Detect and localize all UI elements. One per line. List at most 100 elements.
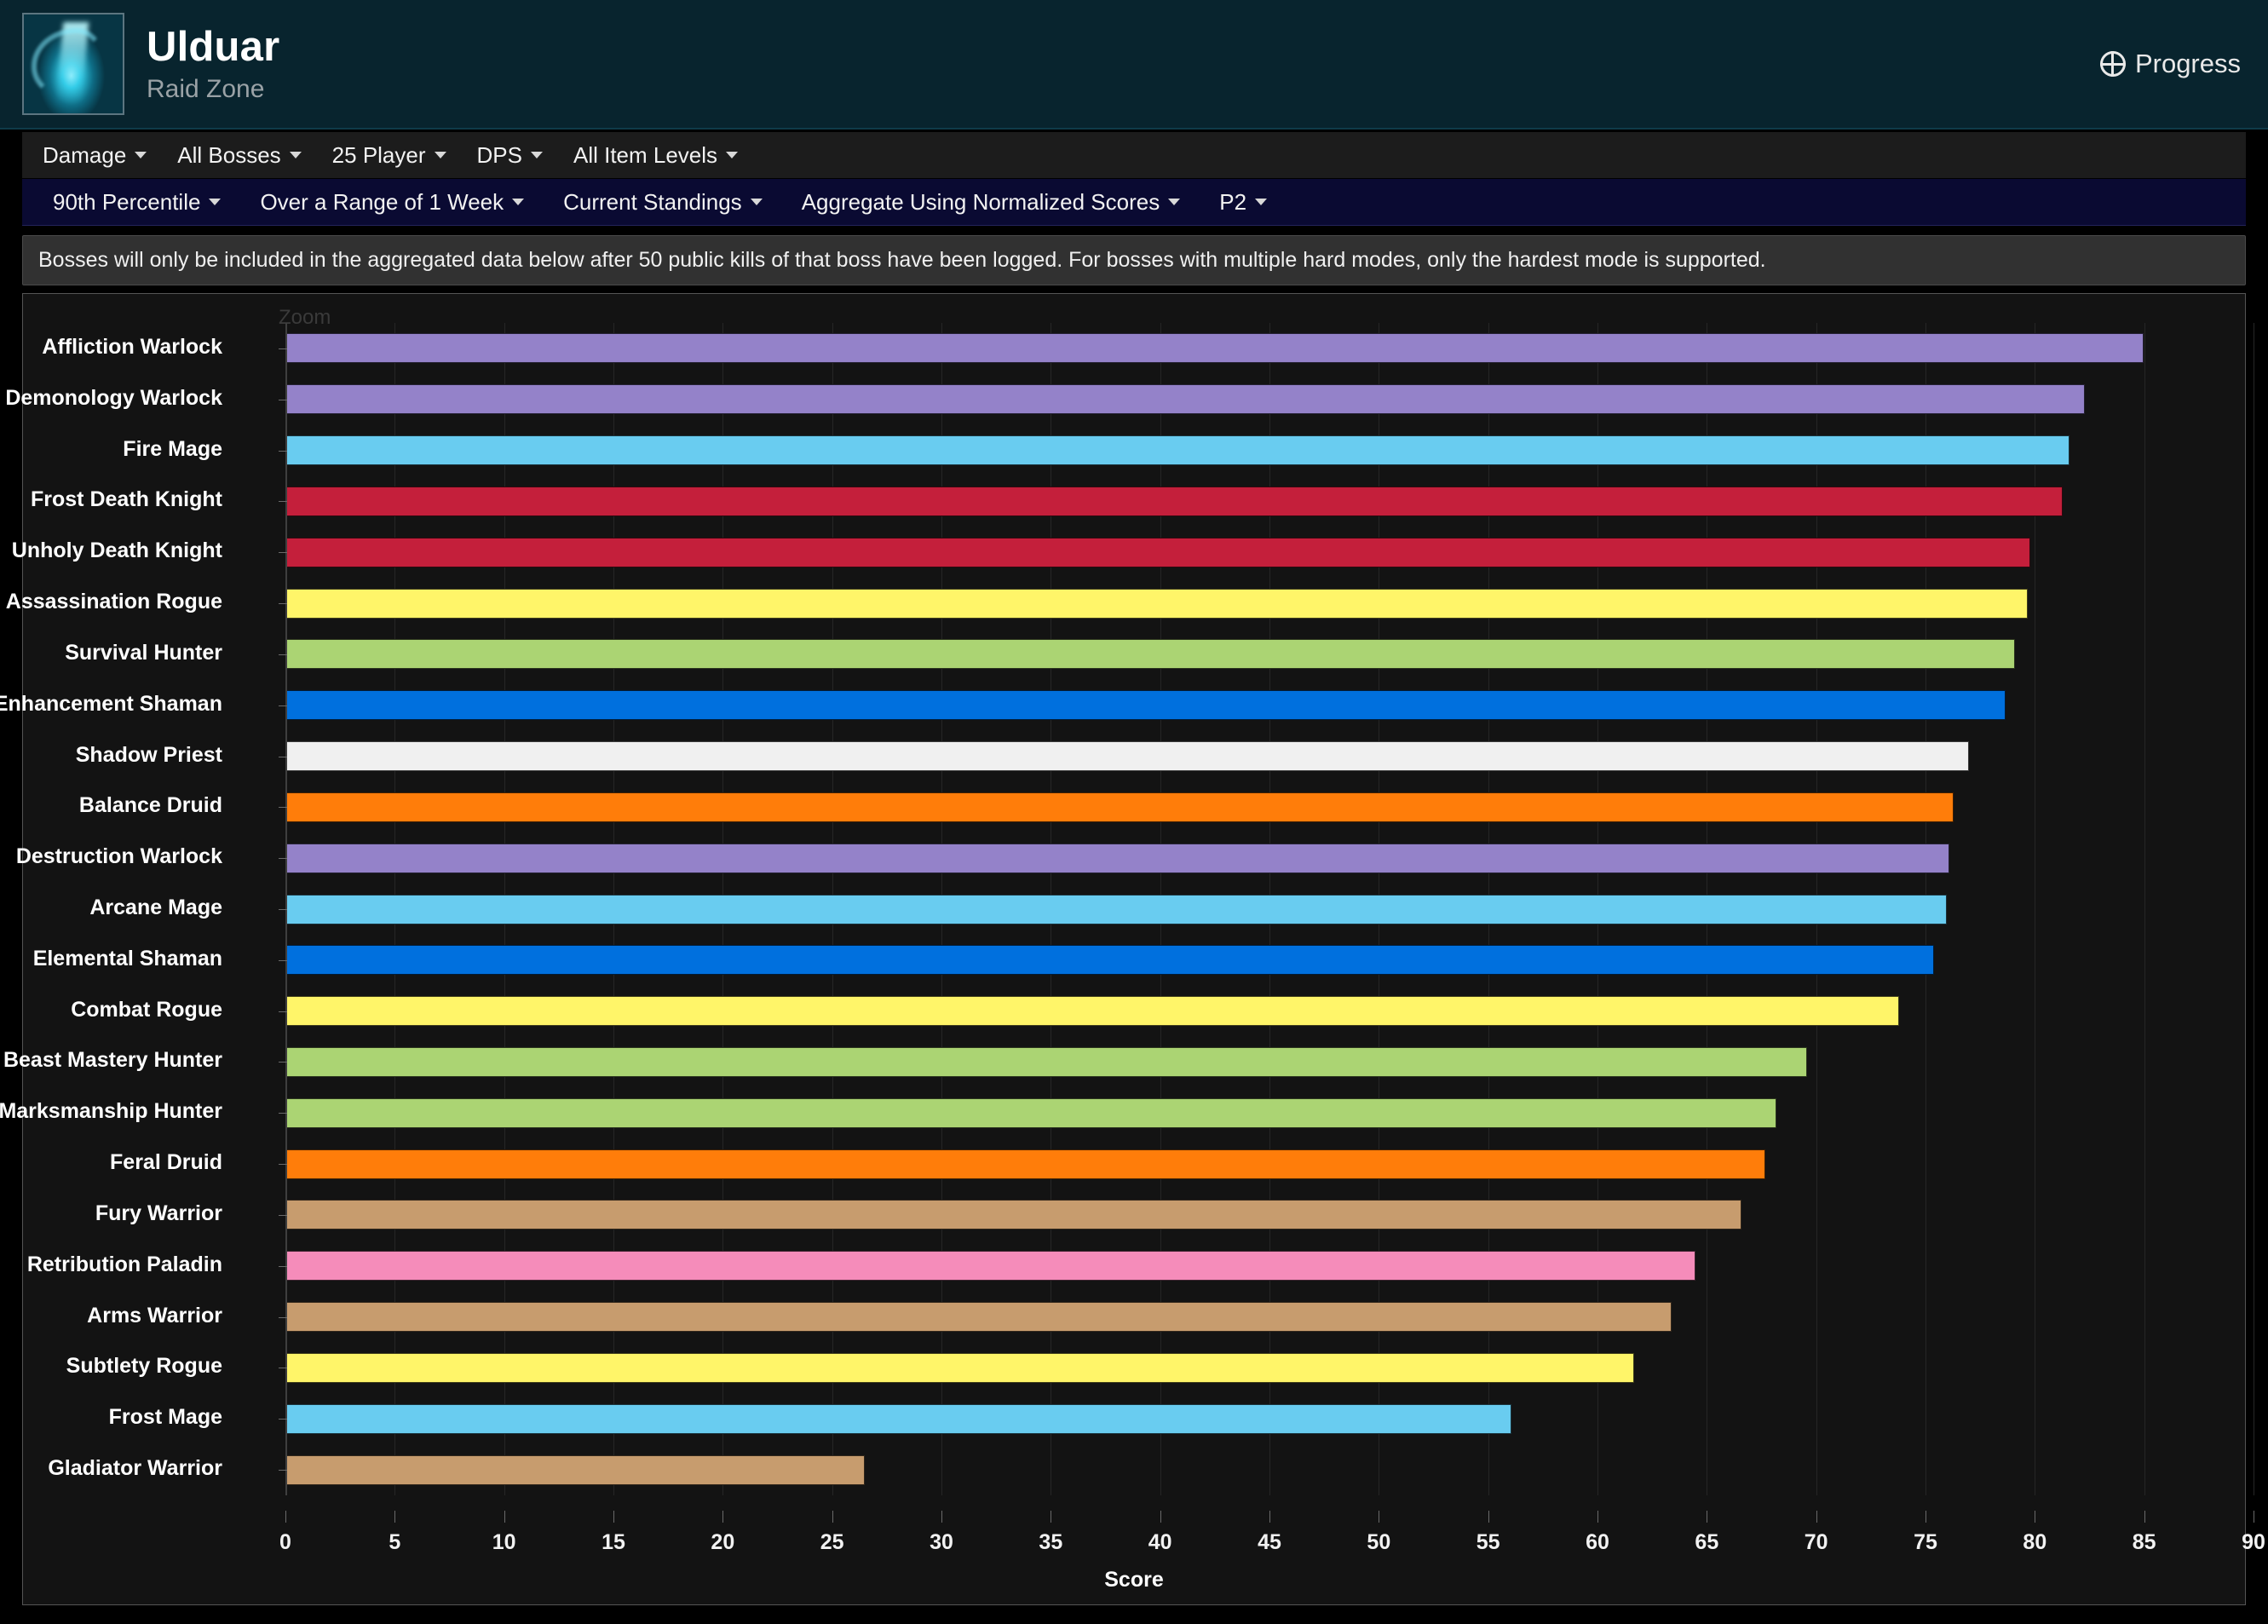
y-axis-tick	[279, 909, 287, 910]
secondary-filterbar-wrap: 90th Percentile Over a Range of 1 Week C…	[0, 179, 2268, 226]
y-axis-category-label: Shadow Priest	[75, 743, 222, 767]
filter-aggregation-label: Aggregate Using Normalized Scores	[801, 188, 1160, 215]
chart-plot-area: Score 0 5 10 15 20 25 30 35 40 45 50 55 60 65 70 75 80 85…	[0, 294, 2265, 1604]
x-axis-tick	[2144, 1511, 2145, 1523]
filter-raid-size[interactable]: 25 Player	[332, 142, 446, 169]
secondary-filterbar: 90th Percentile Over a Range of 1 Week C…	[22, 179, 2246, 226]
filter-partition[interactable]: P2	[1219, 188, 1268, 216]
x-axis-tick-label: 50	[1367, 1530, 1391, 1554]
x-axis-tick	[1597, 1511, 1598, 1523]
filter-standings[interactable]: Current Standings	[563, 189, 763, 216]
y-axis-category-label: Arcane Mage	[89, 896, 222, 919]
y-axis-category-label: Combat Rogue	[71, 998, 222, 1022]
chart-bar[interactable]	[287, 844, 1949, 873]
y-axis-tick	[279, 1419, 287, 1420]
chevron-down-icon	[135, 152, 147, 158]
chart-bar[interactable]	[287, 333, 2144, 363]
chevron-down-icon	[289, 152, 302, 158]
x-axis-title: Score	[1104, 1568, 1164, 1592]
filter-partition-label: P2	[1219, 188, 1247, 215]
x-axis-tick-label: 55	[1476, 1530, 1500, 1554]
chart-bar[interactable]	[287, 1404, 1511, 1434]
chart-bar[interactable]	[287, 996, 1899, 1026]
chart-bar[interactable]	[287, 792, 1954, 822]
y-axis-category-label: Beast Mastery Hunter	[3, 1048, 222, 1072]
chevron-down-icon	[512, 199, 525, 205]
filter-damage-label: Damage	[43, 141, 127, 168]
y-axis-category-label: Enhancement Shaman	[0, 692, 222, 716]
chart-bar[interactable]	[287, 945, 1934, 975]
globe-icon	[2099, 51, 2126, 77]
x-axis-tick	[1488, 1511, 1489, 1523]
chart-bar[interactable]	[287, 1302, 1672, 1332]
chart-bar[interactable]	[287, 487, 2063, 516]
filter-aggregation[interactable]: Aggregate Using Normalized Scores	[802, 189, 1181, 216]
chart-bar[interactable]	[287, 538, 2030, 567]
filter-item-level-label: All Item Levels	[573, 141, 718, 168]
chart-bar[interactable]	[287, 895, 1947, 924]
chart-bar[interactable]	[287, 1353, 1634, 1383]
y-axis-category-label: Marksmanship Hunter	[0, 1099, 222, 1123]
chart-bar[interactable]	[287, 1098, 1776, 1128]
y-axis-tick	[279, 1113, 287, 1114]
progress-link[interactable]: Progress	[2099, 49, 2241, 79]
x-axis-tick	[722, 1511, 724, 1523]
chart-bar[interactable]	[287, 1455, 865, 1485]
chart-bar[interactable]	[287, 589, 2028, 619]
x-axis-tick	[1160, 1511, 1161, 1523]
chart-bar[interactable]	[287, 1251, 1695, 1281]
chart-bar[interactable]	[287, 384, 2085, 414]
y-axis-tick	[279, 1011, 287, 1012]
filter-metric-label: DPS	[476, 141, 522, 168]
chart-bar[interactable]	[287, 1149, 1765, 1179]
y-axis-tick	[279, 1062, 287, 1063]
x-axis-tick-label: 15	[602, 1530, 625, 1554]
y-axis-category-label: Subtlety Rogue	[66, 1354, 222, 1378]
y-axis-tick	[279, 552, 287, 553]
filter-bosses-label: All Bosses	[177, 141, 281, 168]
chart-bar[interactable]	[287, 741, 1969, 771]
chart-bar[interactable]	[287, 690, 2006, 720]
chevron-down-icon	[726, 152, 739, 158]
page-title: Ulduar	[147, 23, 280, 70]
filter-percentile[interactable]: 90th Percentile	[53, 189, 222, 216]
y-axis-category-label: Destruction Warlock	[15, 844, 222, 868]
zone-header: Ulduar Raid Zone Progress	[0, 0, 2268, 130]
y-axis-tick	[279, 807, 287, 808]
chart-bar[interactable]	[287, 1200, 1741, 1230]
filter-metric[interactable]: DPS	[477, 142, 543, 169]
x-axis-tick-label: 80	[2023, 1530, 2047, 1554]
x-axis-tick-label: 25	[820, 1530, 844, 1554]
filter-damage[interactable]: Damage	[43, 142, 147, 169]
chart-bar[interactable]	[287, 435, 2069, 465]
filter-range-label: Over a Range of 1 Week	[260, 188, 504, 215]
page-subtitle: Raid Zone	[147, 74, 265, 103]
x-axis-tick-label: 5	[389, 1530, 401, 1554]
x-axis-tick-label: 60	[1586, 1530, 1609, 1554]
x-axis-tick	[832, 1511, 833, 1523]
y-axis-category-label: Demonology Warlock	[5, 386, 222, 410]
x-axis-tick	[1925, 1511, 1926, 1523]
aggregation-notice: Bosses will only be included in the aggr…	[22, 235, 2246, 285]
y-axis-category-label: Gladiator Warrior	[48, 1456, 222, 1480]
x-axis-tick-label: 45	[1258, 1530, 1281, 1554]
y-axis-tick	[279, 451, 287, 452]
chart-bar[interactable]	[287, 1047, 1807, 1077]
chevron-down-icon	[1168, 199, 1181, 205]
y-axis-tick	[279, 1317, 287, 1318]
y-axis-category-label: Retribution Paladin	[26, 1253, 222, 1276]
notice-wrap: Bosses will only be included in the aggr…	[0, 226, 2268, 293]
x-axis-tick-label: 10	[492, 1530, 516, 1554]
primary-filterbar-wrap: Damage All Bosses 25 Player DPS All Item…	[0, 130, 2268, 179]
x-axis-tick	[941, 1511, 942, 1523]
y-axis-category-label: Arms Warrior	[87, 1304, 222, 1327]
y-axis-category-label: Fire Mage	[123, 437, 222, 461]
x-axis-tick-label: 90	[2242, 1530, 2265, 1554]
chevron-down-icon	[1255, 199, 1268, 205]
chart-bar[interactable]	[287, 639, 2015, 669]
filter-range[interactable]: Over a Range of 1 Week	[260, 188, 525, 216]
filter-raid-size-label: 25 Player	[331, 141, 426, 168]
filter-item-level[interactable]: All Item Levels	[573, 141, 739, 169]
filter-bosses[interactable]: All Bosses	[177, 141, 302, 169]
filter-standings-label: Current Standings	[563, 188, 742, 215]
